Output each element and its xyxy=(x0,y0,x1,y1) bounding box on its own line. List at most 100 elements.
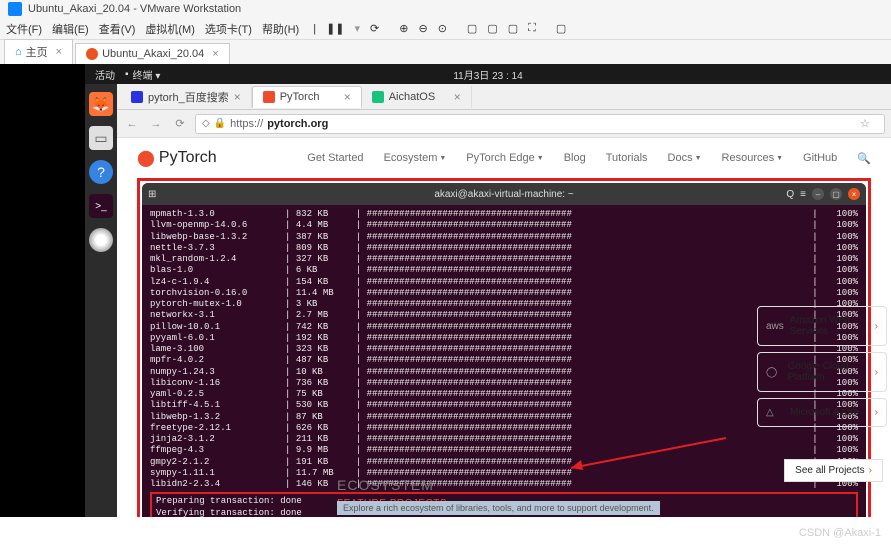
tool-icon-4[interactable]: ▢ xyxy=(467,22,477,35)
terminal-title: akaxi@akaxi-virtual-machine: ~ xyxy=(434,189,573,200)
card-azure[interactable]: △Microsoft Azure› xyxy=(757,398,887,427)
chevron-right-icon: › xyxy=(875,321,878,332)
firefox-toolbar: ← → ⟳ ◇ 🔒 https:// pytorch.org ☆ xyxy=(117,110,891,138)
minimize-icon[interactable]: – xyxy=(812,188,824,200)
firefox-tab-aichatos[interactable]: AichatOS × xyxy=(362,86,472,108)
tool-icon-1[interactable]: ⊕ xyxy=(399,22,408,35)
aws-icon: aws xyxy=(766,321,784,332)
gnome-topbar: 活动 ▪ 终端 ▾ 11月3日 23 : 14 xyxy=(85,64,891,84)
bookmark-star-icon[interactable]: ☆ xyxy=(860,117,878,130)
nav-ecosystem[interactable]: Ecosystem ▼ xyxy=(384,152,447,165)
see-all-projects-button[interactable]: See all Projects› xyxy=(784,459,883,482)
chevron-down-icon: ▼ xyxy=(537,155,544,162)
menu-view[interactable]: 查看(V) xyxy=(99,21,136,37)
back-icon[interactable]: ← xyxy=(123,115,141,133)
chevron-down-icon: ▼ xyxy=(695,155,702,162)
nav-blog[interactable]: Blog xyxy=(564,152,586,165)
lock-icon: 🔒 xyxy=(214,118,226,129)
close-icon[interactable]: × xyxy=(344,90,351,104)
address-bar[interactable]: ◇ 🔒 https:// pytorch.org ☆ xyxy=(195,114,885,134)
pytorch-logo[interactable]: ⬤ PyTorch xyxy=(137,148,217,168)
baidu-favicon-icon xyxy=(131,91,143,103)
card-gcp[interactable]: ◯Google Cloud Platform› xyxy=(757,352,887,392)
vmware-tab-ubuntu[interactable]: Ubuntu_Akaxi_20.04 × xyxy=(75,43,230,64)
activities-button[interactable]: 活动 xyxy=(95,67,115,82)
menu-vm[interactable]: 虚拟机(M) xyxy=(145,21,195,37)
shield-icon: ◇ xyxy=(202,118,210,129)
close-icon[interactable]: × xyxy=(212,48,218,60)
chevron-right-icon: › xyxy=(869,465,872,476)
chat-favicon-icon xyxy=(372,91,384,103)
watermark: CSDN @Akaxi-1 xyxy=(799,527,881,539)
terminal-search-icon[interactable]: Q xyxy=(786,189,794,200)
ecosystem-tagline: Explore a rich ecosystem of libraries, t… xyxy=(337,501,660,515)
gcp-icon: ◯ xyxy=(766,367,782,378)
nav-github[interactable]: GitHub xyxy=(803,152,837,165)
terminal-titlebar[interactable]: ⊞ akaxi@akaxi-virtual-machine: ~ Q ≡ – ▢… xyxy=(142,183,866,205)
dock-files-icon[interactable]: ▭ xyxy=(89,126,113,150)
vmware-menubar: 文件(F) 编辑(E) 查看(V) 虚拟机(M) 选项卡(T) 帮助(H) | … xyxy=(0,18,891,40)
menu-file[interactable]: 文件(F) xyxy=(6,21,42,37)
vmware-title-text: Ubuntu_Akaxi_20.04 - VMware Workstation xyxy=(28,3,241,15)
nav-tutorials[interactable]: Tutorials xyxy=(606,152,648,165)
pytorch-flame-icon: ⬤ xyxy=(137,148,155,168)
close-icon[interactable]: × xyxy=(234,90,241,104)
chevron-right-icon: › xyxy=(875,407,878,418)
dock-firefox-icon[interactable]: 🦊 xyxy=(89,92,113,116)
home-tab-label: 主页 xyxy=(26,44,48,60)
dock-help-icon[interactable]: ? xyxy=(89,160,113,184)
chevron-down-icon: ▼ xyxy=(439,155,446,162)
menu-help[interactable]: 帮助(H) xyxy=(262,21,299,37)
page-content: ⬤ PyTorch Get Started Ecosystem ▼ PyTorc… xyxy=(117,138,891,517)
vmware-tabstrip: ⌂ 主页 × Ubuntu_Akaxi_20.04 × xyxy=(0,40,891,64)
ubuntu-dock: 🦊 ▭ ? >_ xyxy=(85,84,117,517)
pause-icon[interactable]: ❚❚ xyxy=(326,22,344,35)
tool-icon-7[interactable]: ▢ xyxy=(556,22,566,35)
clock[interactable]: 11月3日 23 : 14 xyxy=(453,67,522,82)
card-aws[interactable]: awsAmazon Web Services› xyxy=(757,306,887,346)
chevron-right-icon: › xyxy=(875,367,878,378)
pytorch-nav: Get Started Ecosystem ▼ PyTorch Edge ▼ B… xyxy=(307,152,871,165)
nav-resources[interactable]: Resources ▼ xyxy=(722,152,784,165)
reload-icon[interactable]: ⟳ xyxy=(171,115,189,133)
menu-edit[interactable]: 编辑(E) xyxy=(52,21,89,37)
vmware-app-icon xyxy=(8,2,22,16)
pytorch-header: ⬤ PyTorch Get Started Ecosystem ▼ PyTorc… xyxy=(117,138,891,178)
home-icon: ⌂ xyxy=(15,46,22,58)
active-app-indicator[interactable]: ▪ 终端 ▾ xyxy=(125,67,160,82)
firefox-tab-pytorch[interactable]: PyTorch × xyxy=(252,86,362,108)
snapshot-icon[interactable]: ⟳ xyxy=(370,22,379,35)
dock-dvd-icon[interactable] xyxy=(89,228,113,252)
tool-icon-3[interactable]: ⊙ xyxy=(438,22,447,35)
ubuntu-icon xyxy=(86,48,98,60)
terminal-icon: ▪ xyxy=(125,69,129,80)
menu-tab[interactable]: 选项卡(T) xyxy=(205,21,252,37)
tool-icon-2[interactable]: ⊖ xyxy=(418,22,427,35)
maximize-icon[interactable]: ▢ xyxy=(830,188,842,200)
nav-get-started[interactable]: Get Started xyxy=(307,152,363,165)
dock-terminal-icon[interactable]: >_ xyxy=(89,194,113,218)
cloud-provider-cards: awsAmazon Web Services› ◯Google Cloud Pl… xyxy=(757,306,887,433)
terminal-plus-icon[interactable]: ⊞ xyxy=(148,189,156,200)
forward-icon[interactable]: → xyxy=(147,115,165,133)
ubuntu-tab-label: Ubuntu_Akaxi_20.04 xyxy=(102,48,204,60)
terminal-menu-icon[interactable]: ≡ xyxy=(800,189,806,200)
azure-icon: △ xyxy=(766,407,784,418)
vmware-sidebar xyxy=(0,64,85,517)
close-icon[interactable]: × xyxy=(56,46,62,58)
firefox-tab-baidu[interactable]: pytorh_百度搜索 × xyxy=(121,86,252,108)
close-icon[interactable]: × xyxy=(454,90,461,104)
url-host: pytorch.org xyxy=(267,118,328,130)
url-prefix: https:// xyxy=(230,118,263,130)
chevron-down-icon: ▼ xyxy=(776,155,783,162)
vmware-tab-home[interactable]: ⌂ 主页 × xyxy=(4,39,73,64)
pytorch-favicon-icon xyxy=(263,91,275,103)
close-icon[interactable]: × xyxy=(848,188,860,200)
tool-icon-6[interactable]: ▢ xyxy=(508,22,518,35)
search-icon[interactable]: 🔍 xyxy=(857,152,871,165)
tool-icon-5[interactable]: ▢ xyxy=(487,22,497,35)
nav-edge[interactable]: PyTorch Edge ▼ xyxy=(466,152,543,165)
nav-docs[interactable]: Docs ▼ xyxy=(668,152,702,165)
vmware-titlebar: Ubuntu_Akaxi_20.04 - VMware Workstation xyxy=(0,0,891,18)
fullscreen-icon[interactable]: ⛶ xyxy=(528,22,536,35)
